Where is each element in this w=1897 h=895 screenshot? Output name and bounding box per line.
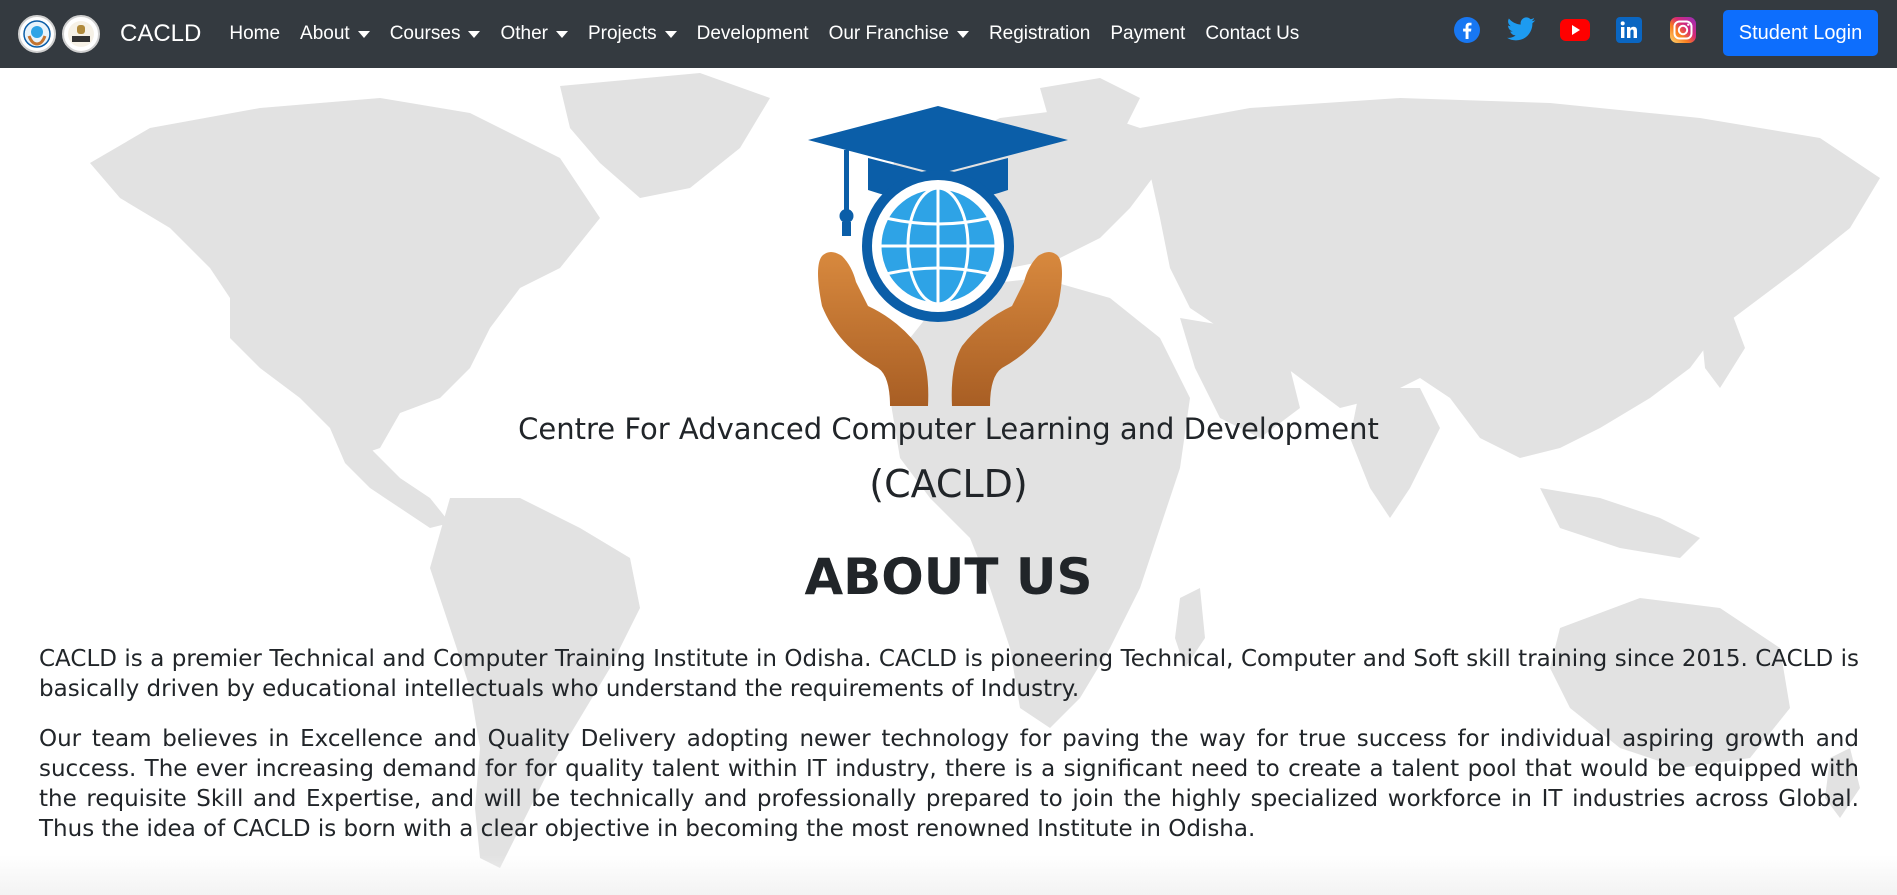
brand-name[interactable]: CACLD bbox=[120, 20, 201, 48]
nav-item-our-franchise[interactable]: Our Franchise bbox=[819, 23, 979, 45]
nav-item-projects[interactable]: Projects bbox=[578, 23, 687, 45]
dropdown-caret-icon bbox=[468, 30, 481, 38]
government-seal-icon bbox=[62, 15, 100, 53]
instagram-icon[interactable] bbox=[1667, 14, 1699, 46]
nav-item-label: Payment bbox=[1110, 23, 1186, 44]
about-us-heading: ABOUT US bbox=[804, 548, 1093, 606]
nav-menu: Home About Courses Other Projects Development… bbox=[219, 23, 1309, 45]
institute-full-name: Centre For Advanced Computer Learning an… bbox=[518, 412, 1379, 446]
nav-item-label: Other bbox=[500, 23, 548, 44]
social-links bbox=[1429, 14, 1699, 46]
nav-item-registration[interactable]: Registration bbox=[979, 23, 1100, 45]
about-paragraph-2: Our team believes in Excellence and Qual… bbox=[39, 726, 1859, 842]
nav-item-other[interactable]: Other bbox=[490, 23, 578, 45]
hero-section: Centre For Advanced Computer Learning an… bbox=[0, 68, 1897, 895]
nav-item-label: Development bbox=[696, 23, 809, 44]
nav-item-label: Our Franchise bbox=[828, 23, 949, 44]
brand-logos[interactable] bbox=[18, 15, 106, 53]
student-login-button[interactable]: Student Login bbox=[1723, 10, 1878, 56]
nav-item-label: Home bbox=[229, 23, 281, 44]
nav-item-payment[interactable]: Payment bbox=[1100, 23, 1195, 45]
nav-item-development[interactable]: Development bbox=[687, 23, 819, 45]
nav-item-label: Courses bbox=[389, 23, 461, 44]
nav-item-contact-us[interactable]: Contact Us bbox=[1195, 23, 1309, 45]
facebook-icon[interactable] bbox=[1451, 14, 1483, 46]
youtube-icon[interactable] bbox=[1559, 14, 1591, 46]
nav-item-label: Contact Us bbox=[1205, 23, 1300, 44]
nav-item-label: About bbox=[300, 23, 350, 44]
dropdown-caret-icon bbox=[357, 30, 370, 38]
dropdown-caret-icon bbox=[664, 30, 677, 38]
twitter-icon[interactable] bbox=[1505, 14, 1537, 46]
linkedin-icon[interactable] bbox=[1613, 14, 1645, 46]
institute-abbreviation: (CACLD) bbox=[869, 462, 1028, 506]
about-paragraph-1: CACLD is a premier Technical and Compute… bbox=[39, 646, 1859, 702]
cacld-emblem-icon bbox=[18, 15, 56, 53]
nav-item-about[interactable]: About bbox=[290, 23, 380, 45]
nav-item-label: Registration bbox=[988, 23, 1091, 44]
nav-item-label: Projects bbox=[587, 23, 657, 44]
nav-item-home[interactable]: Home bbox=[219, 23, 290, 45]
dropdown-caret-icon bbox=[555, 30, 568, 38]
nav-item-courses[interactable]: Courses bbox=[380, 23, 491, 45]
dropdown-caret-icon bbox=[956, 30, 969, 38]
section-bottom-fade bbox=[0, 855, 1897, 895]
cacld-main-logo bbox=[808, 106, 1068, 406]
top-navbar: CACLD Home About Courses Other Projects Devel… bbox=[0, 0, 1897, 68]
